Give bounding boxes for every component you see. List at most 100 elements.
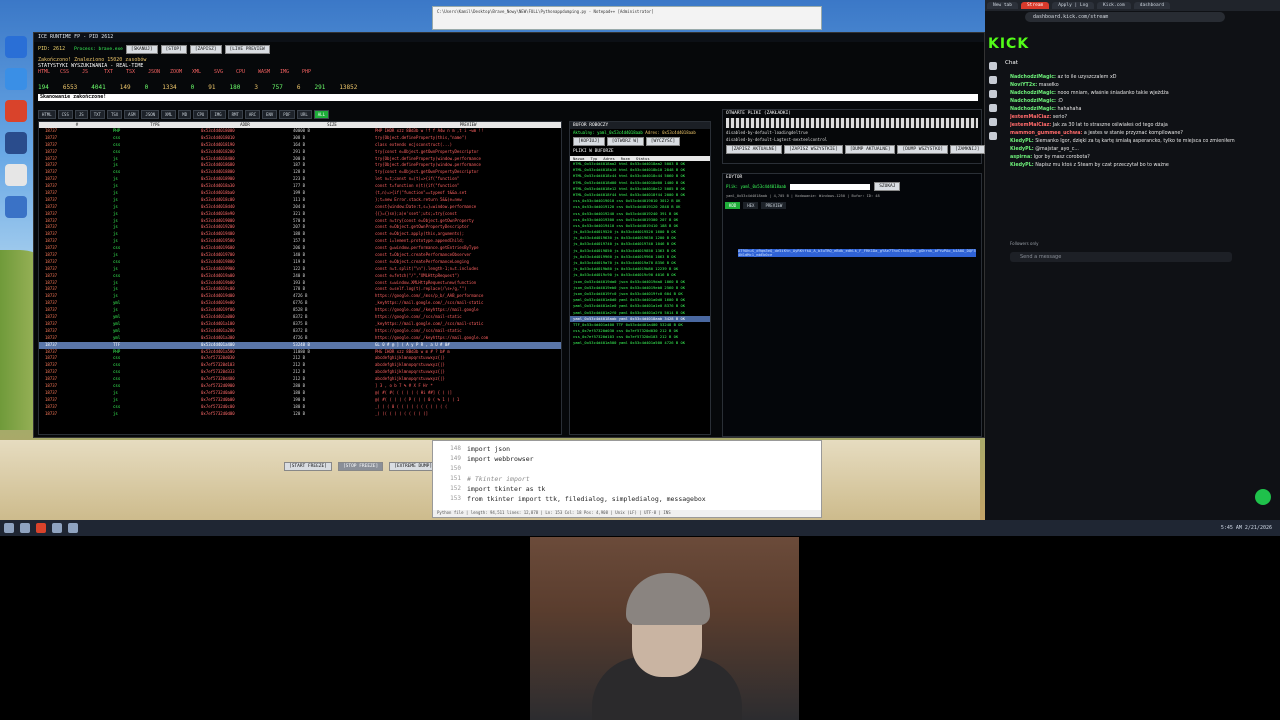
editor-search-input[interactable]: [790, 183, 871, 190]
filter-arc[interactable]: ARC: [244, 110, 261, 119]
stop-button[interactable]: [STOP]: [160, 44, 187, 54]
table-row[interactable]: 18737 PHP 0x53c4d401a500 11080 B PHG IHDR xz…: [39, 349, 561, 356]
table-row[interactable]: 18737 css 0x7ef57320d333 212 B abcdefghijklm…: [39, 369, 561, 376]
filter-js[interactable]: JS: [74, 110, 88, 119]
filter-pdf[interactable]: PDF: [279, 110, 295, 119]
save-button[interactable]: [ZAPISZ]: [189, 44, 222, 54]
sidebar-icon[interactable]: [989, 90, 997, 98]
live-preview-button[interactable]: [LIVE PREVIEW: [224, 44, 270, 54]
table-row[interactable]: 18737 js 0x53c4d4019500 157 B const i=lement…: [39, 238, 561, 245]
kick-logo[interactable]: KICK: [988, 36, 1029, 52]
chat-message[interactable]: NoviYT2x: masełko: [1010, 82, 1272, 90]
filter-rmt[interactable]: RMT: [227, 110, 243, 119]
browser-tab[interactable]: New tab: [987, 2, 1018, 9]
table-row[interactable]: 18737 js 0x53c4d4018c00 111 B};t=new Error.…: [39, 197, 561, 204]
chat-message[interactable]: NadchodziMagic: nooo mniam, właśnie śnia…: [1010, 90, 1272, 98]
search-icon[interactable]: [20, 523, 30, 533]
chat-username[interactable]: KiedyPL:: [1010, 163, 1034, 168]
start-icon[interactable]: [4, 523, 14, 533]
table-row[interactable]: 18737 PHP 0x53c4d4018000 40000 B PHP IHDR xz…: [39, 128, 561, 135]
buffer-clear-button[interactable]: [WYCZYŚĆ]: [645, 137, 681, 146]
table-row[interactable]: 18737 css 0x7ef5732d0900 280 B] 3 , o b 7 %…: [39, 383, 561, 390]
desktop-icon[interactable]: [5, 196, 27, 218]
table-row[interactable]: 18737 js 0x7ef5732d0b00 190 B @( #( ( ( ( ( …: [39, 397, 561, 404]
editor-search-button[interactable]: SZUKAJ: [874, 182, 901, 191]
clock[interactable]: 5:45 AM 2/21/2026: [1221, 525, 1280, 531]
table-row[interactable]: 18737 js 0x53c4d4018ba0 199 B (t,n)=>{if("fu…: [39, 190, 561, 197]
chat-username[interactable]: KiedyPL:: [1010, 147, 1034, 152]
filter-xml[interactable]: XML: [161, 110, 177, 119]
chat-message[interactable]: aspirna: Igor by masz corobota?: [1010, 154, 1272, 162]
taskbar-icon[interactable]: [68, 523, 78, 533]
tab-hex[interactable]: HEX: [743, 202, 759, 209]
table-row[interactable]: 18737 js 0x53c4d4019900 122 B const n=t.spli…: [39, 266, 561, 273]
brave-icon[interactable]: [5, 100, 27, 122]
chat-username[interactable]: aspirna:: [1010, 155, 1032, 160]
table-row[interactable]: 18737 js 0x53c4d4019200 207 B const e=Object…: [39, 224, 561, 231]
browser-tab[interactable]: Apply | Log: [1052, 2, 1095, 9]
chat-username[interactable]: NadchodziMagic:: [1010, 99, 1056, 104]
chat-username[interactable]: NoviYT2x:: [1010, 83, 1037, 88]
table-row[interactable]: 18737 css 0x53c4d4018200 291 B try{const e=O…: [39, 149, 561, 156]
table-row[interactable]: 18737 yml 0x53c4d401a200 8372 B https://goog…: [39, 328, 561, 335]
table-row[interactable]: 18737 css 0x53c4d4018010 308 B try{Object.de…: [39, 135, 561, 142]
table-row[interactable]: 18737 TTF 0x53c4d401a400 53248 B GL 0 # @ ] …: [39, 341, 561, 349]
filter-json[interactable]: JSON: [141, 110, 160, 119]
filter-md[interactable]: MD: [178, 110, 192, 119]
filter-txt[interactable]: TXT: [89, 110, 105, 119]
save-all-button[interactable]: [ZAPISZ WSZYSTKIE]: [784, 145, 843, 154]
browser-tab[interactable]: dashboard: [1133, 2, 1171, 9]
chat-username[interactable]: NadchodziMagic:: [1010, 91, 1056, 96]
table-row[interactable]: 18737 js 0x53c4d4018400 200 B try{Object.def…: [39, 156, 561, 163]
chat-username[interactable]: NadchodziMagic:: [1010, 107, 1056, 112]
table-row[interactable]: 18737 css 0x7ef57320d030 212 B abcdefghijklm…: [39, 355, 561, 362]
table-row[interactable]: 18737 css 0x53c4d4018800 128 B try{const e=O…: [39, 169, 561, 176]
dump-current-button[interactable]: [DUMP AKTUALNE]: [844, 145, 896, 154]
desktop-icon[interactable]: [5, 68, 27, 90]
start-freeze-button[interactable]: [START FREEZE]: [284, 462, 332, 471]
chat-message[interactable]: KiedyPL: @majstar_ayo_c...: [1010, 146, 1272, 154]
extreme-dump-button[interactable]: [EXTREME DUMP]: [389, 462, 438, 471]
table-row[interactable]: 18737 js 0x53c4d4018e90 321 B {{}={}sn};a)e'…: [39, 211, 561, 218]
browser-tab-active[interactable]: Stream: [1020, 2, 1050, 9]
sidebar-icon[interactable]: [989, 104, 997, 112]
editor-selected-text[interactable]: AT9OhuS_d9qm3eQ_de5iKtn_AyRKtfkA_A_b3uTR…: [738, 249, 976, 257]
table-row[interactable]: 18737 css 0x7ef57320d103 212 B abcdefghijklm…: [39, 362, 561, 369]
table-row[interactable]: 18737 js 0x53c4d4019400 188 B const e=Object…: [39, 231, 561, 238]
chat-message[interactable]: KiedyPL: Napisz mu ktoś z Steam by czat …: [1010, 162, 1272, 170]
chat-message[interactable]: NadchodziMagic: az to ile uzyszczalem xD: [1010, 74, 1272, 82]
table-row[interactable]: 18737 js 0x53c4d4019700 140 B const t=Object…: [39, 252, 561, 259]
filter-tsx[interactable]: TSX: [106, 110, 123, 119]
table-row[interactable]: 18737 js 0x53c4d4019d00 4726 B https://googl…: [39, 293, 561, 300]
sidebar-icon[interactable]: [989, 132, 997, 140]
save-current-button[interactable]: [ZAPISZ AKTUALNE]: [726, 145, 783, 154]
filter-html[interactable]: HTML: [38, 110, 56, 119]
chat-username[interactable]: JestemMalCiaz:: [1010, 115, 1051, 120]
table-row[interactable]: 18737 js 0x53c4d4018a30 177 B const t=functi…: [39, 183, 561, 190]
table-row[interactable]: 18737 js 0x53c4d4019f00 8528 B https://googl…: [39, 307, 561, 314]
filter-img[interactable]: IMG: [210, 110, 226, 119]
table-row[interactable]: 18737 js 0x53c4d4019b00 193 B const s=window…: [39, 280, 561, 287]
desktop-icon[interactable]: [5, 164, 27, 186]
table-row[interactable]: 18737 css 0x53c4d4019a00 240 B const e=fetch…: [39, 273, 561, 280]
table-row[interactable]: 18737 js 0x53c4d4019000 570 B const n=try{co…: [39, 218, 561, 225]
table-row[interactable]: 18737 css 0x7ef57320d480 212 B abcdefghijklm…: [39, 376, 561, 383]
table-row[interactable]: 18737 css 0x53c4d4018190 164 B class extends…: [39, 142, 561, 149]
table-row[interactable]: 18737 yml 0x53c4d401a000 8372 B https://goog…: [39, 314, 561, 321]
close-button[interactable]: [ZAMKNIJ]: [950, 145, 985, 154]
taskbar-icon[interactable]: [52, 523, 62, 533]
stop-freeze-button[interactable]: [STOP FREEZE]: [337, 462, 384, 471]
address-bar[interactable]: dashboard.kick.com/stream: [1025, 12, 1225, 22]
brave-taskbar-icon[interactable]: [36, 523, 46, 533]
chat-message[interactable]: NadchodziMagic: :D: [1010, 98, 1272, 106]
table-row[interactable]: 18737 yml 0x53c4d401a300 4726 B https://goog…: [39, 335, 561, 342]
python-code-editor[interactable]: 148 import json 149 import webbrowser 150 151…: [432, 440, 822, 518]
chat-username[interactable]: mammon_gummee_uchwa:: [1010, 131, 1082, 136]
tab-code[interactable]: KOD: [725, 202, 741, 209]
filter-all[interactable]: ALL: [313, 110, 329, 119]
browser-tab[interactable]: Kick.com: [1097, 2, 1131, 9]
chat-username[interactable]: KiedyPL:: [1010, 139, 1034, 144]
table-row[interactable]: 18737 js 0x53c4d4018900 223 B let n=t;const …: [39, 176, 561, 183]
chat-input[interactable]: Send a message: [1010, 252, 1232, 262]
table-row[interactable]: 18737 js 0x53c4d4018d40 204 B const{window:D…: [39, 204, 561, 211]
